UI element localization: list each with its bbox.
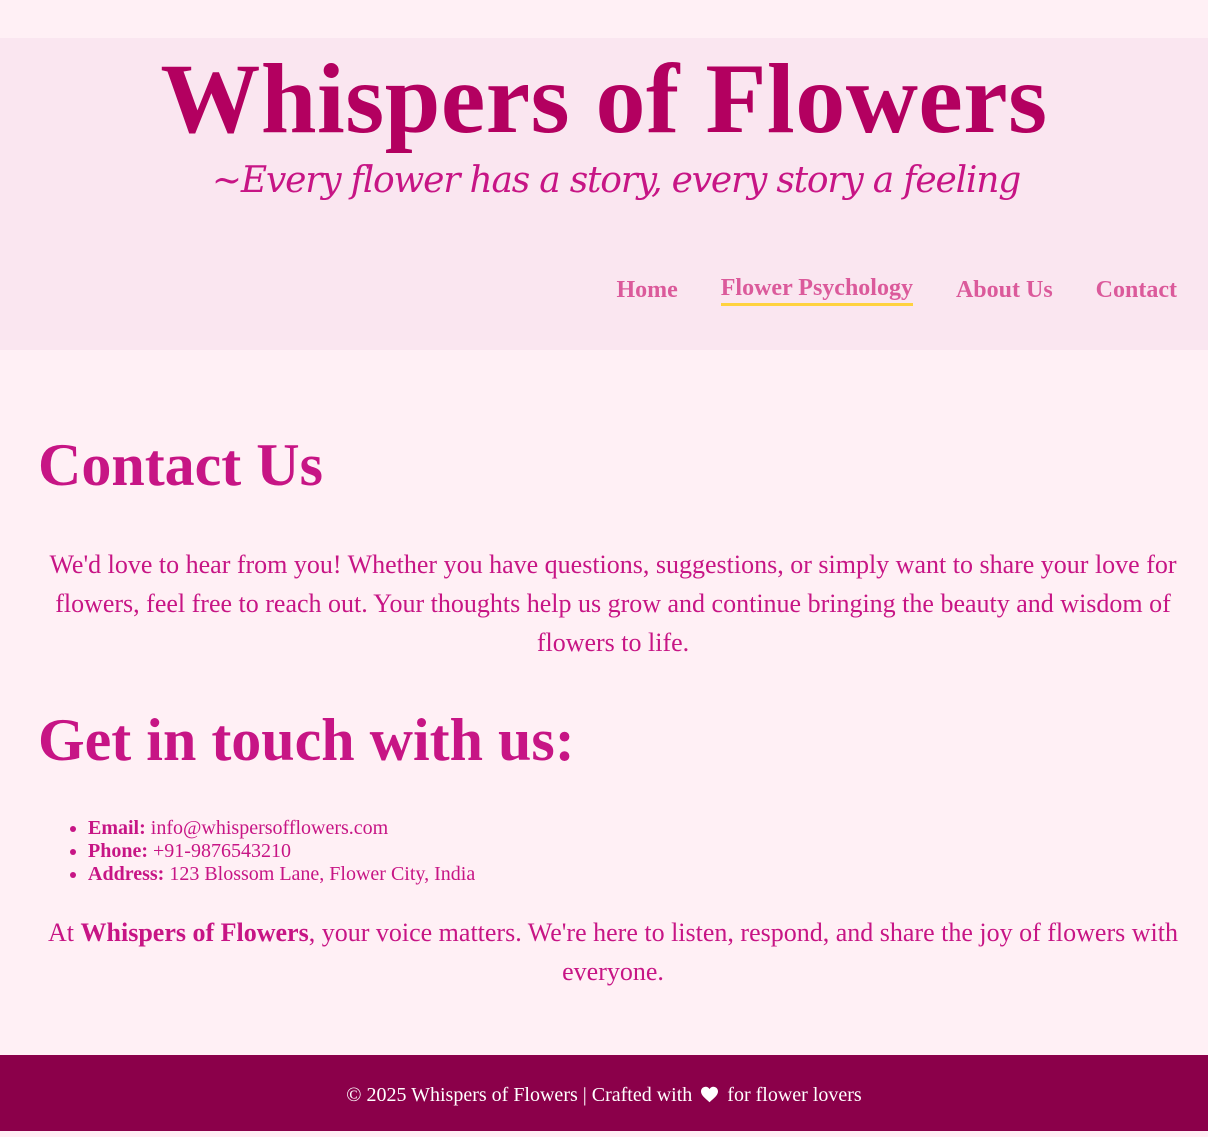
contact-value-email: info@whispersofflowers.com xyxy=(150,817,389,839)
site-tagline: ~Every flower has a story, every story a… xyxy=(211,160,1021,201)
top-strip xyxy=(0,0,1208,38)
contact-label: Email: xyxy=(88,817,146,839)
nav-link-home[interactable]: Home xyxy=(616,274,677,306)
contact-heading: Get in touch with us: xyxy=(38,707,575,773)
page-title: Contact Us xyxy=(38,432,323,498)
contact-list: Email: info@whispersofflowers.com Phone:… xyxy=(38,817,475,886)
contact-label: Phone: xyxy=(88,840,148,862)
closing-prefix: At xyxy=(48,918,81,947)
contact-item-address: Address: 123 Blossom Lane, Flower City, … xyxy=(88,863,475,886)
contact-item-email: Email: info@whispersofflowers.com xyxy=(88,817,475,840)
heart-icon xyxy=(700,1057,719,1137)
closing-paragraph: At Whispers of Flowers, your voice matte… xyxy=(38,913,1188,991)
nav-link-about-us[interactable]: About Us xyxy=(956,274,1053,306)
site-footer: © 2025 Whispers of Flowers | Crafted wit… xyxy=(0,1055,1208,1131)
contact-item-phone: Phone: +91-9876543210 xyxy=(88,840,475,863)
contact-label: Address: xyxy=(88,863,165,885)
nav-link-flower-psychology[interactable]: Flower Psychology xyxy=(720,274,913,306)
main-content: Contact Us We'd love to hear from you! W… xyxy=(0,350,1208,1055)
closing-brand: Whispers of Flowers xyxy=(80,918,309,947)
contact-value-phone: +91-9876543210 xyxy=(153,840,291,862)
contact-value-address: 123 Blossom Lane, Flower City, India xyxy=(169,863,476,885)
site-header: Whispers of Flowers ~Every flower has a … xyxy=(0,38,1208,350)
nav-link-contact[interactable]: Contact xyxy=(1096,274,1177,306)
footer-suffix: for flower lovers xyxy=(727,1084,862,1106)
footer-prefix: © 2025 Whispers of Flowers | Crafted wit… xyxy=(346,1084,693,1106)
closing-suffix: , your voice matters. We're here to list… xyxy=(308,918,1178,986)
intro-paragraph: We'd love to hear from you! Whether you … xyxy=(49,550,1177,657)
site-title: Whispers of Flowers xyxy=(160,43,1048,154)
main-nav: Home Flower Psychology About Us Contact xyxy=(616,274,1177,306)
